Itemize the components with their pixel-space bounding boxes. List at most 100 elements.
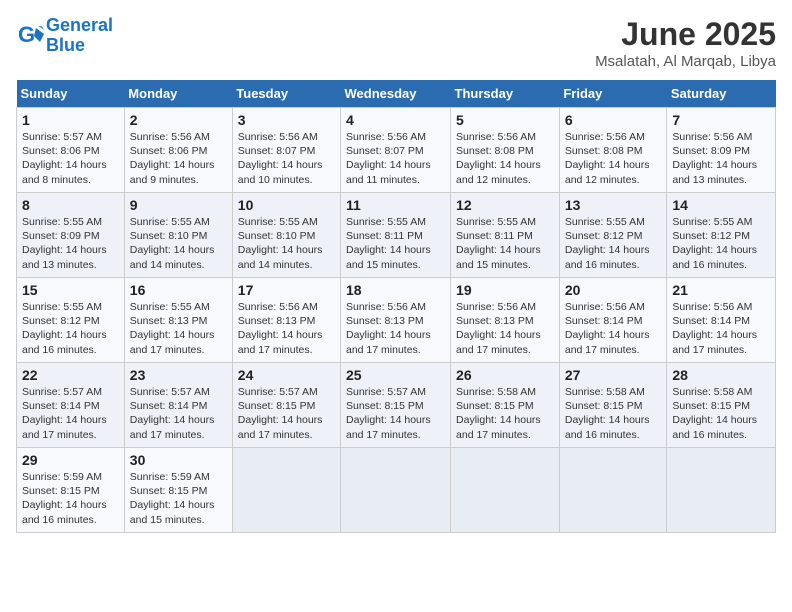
calendar-cell: 21 Sunrise: 5:56 AMSunset: 8:14 PMDayligh… [667,278,776,363]
logo-text: General Blue [46,16,113,56]
cell-details: Sunrise: 5:57 AMSunset: 8:06 PMDaylight:… [22,131,107,186]
day-number: 8 [22,197,119,213]
calendar-cell: 11Sunrise: 5:55 AMSunset: 8:11 PMDayligh… [341,193,451,278]
day-number: 26 [456,367,554,383]
calendar-cell: 3 Sunrise: 5:56 AMSunset: 8:07 PMDaylight… [232,108,340,193]
calendar-cell: 24 Sunrise: 5:57 AMSunset: 8:15 PMDayligh… [232,363,340,448]
page-header: G General Blue June 2025 Msalatah, Al Ma… [16,16,776,70]
day-number: 29 [22,452,119,468]
calendar-cell: 12Sunrise: 5:55 AMSunset: 8:11 PMDayligh… [451,193,560,278]
day-number: 4 [346,112,445,128]
calendar-cell [232,448,340,533]
cell-details: Sunrise: 5:56 AMSunset: 8:13 PMDaylight:… [238,301,323,356]
day-number: 27 [565,367,662,383]
cell-details: Sunrise: 5:56 AMSunset: 8:14 PMDaylight:… [672,301,757,356]
calendar-cell: 8 Sunrise: 5:55 AMSunset: 8:09 PMDaylight… [17,193,125,278]
day-number: 18 [346,282,445,298]
calendar-cell: 26Sunrise: 5:58 AMSunset: 8:15 PMDayligh… [451,363,560,448]
calendar-cell: 6 Sunrise: 5:56 AMSunset: 8:08 PMDaylight… [559,108,667,193]
day-number: 17 [238,282,335,298]
day-number: 23 [130,367,227,383]
day-number: 9 [130,197,227,213]
day-number: 3 [238,112,335,128]
week-row-2: 8 Sunrise: 5:55 AMSunset: 8:09 PMDaylight… [17,193,776,278]
main-title: June 2025 [595,16,776,53]
cell-details: Sunrise: 5:56 AMSunset: 8:13 PMDaylight:… [346,301,431,356]
calendar-cell: 25Sunrise: 5:57 AMSunset: 8:15 PMDayligh… [341,363,451,448]
calendar-cell: 18 Sunrise: 5:56 AMSunset: 8:13 PMDayligh… [341,278,451,363]
day-number: 1 [22,112,119,128]
cell-details: Sunrise: 5:58 AMSunset: 8:15 PMDaylight:… [565,386,650,441]
cell-details: Sunrise: 5:59 AMSunset: 8:15 PMDaylight:… [22,471,107,526]
calendar-cell [667,448,776,533]
weekday-header-tuesday: Tuesday [232,80,340,108]
calendar-cell: 4 Sunrise: 5:56 AMSunset: 8:07 PMDaylight… [341,108,451,193]
calendar-cell: 20Sunrise: 5:56 AMSunset: 8:14 PMDayligh… [559,278,667,363]
calendar-cell: 30 Sunrise: 5:59 AMSunset: 8:15 PMDayligh… [124,448,232,533]
weekday-header-row: SundayMondayTuesdayWednesdayThursdayFrid… [17,80,776,108]
cell-details: Sunrise: 5:59 AMSunset: 8:15 PMDaylight:… [130,471,215,526]
cell-details: Sunrise: 5:55 AMSunset: 8:12 PMDaylight:… [565,216,650,271]
calendar-cell: 14 Sunrise: 5:55 AMSunset: 8:12 PMDayligh… [667,193,776,278]
cell-details: Sunrise: 5:55 AMSunset: 8:11 PMDaylight:… [346,216,431,271]
cell-details: Sunrise: 5:56 AMSunset: 8:09 PMDaylight:… [672,131,757,186]
logo: G General Blue [16,16,113,56]
logo-line2: Blue [46,35,85,55]
cell-details: Sunrise: 5:55 AMSunset: 8:10 PMDaylight:… [238,216,323,271]
calendar-cell: 13 Sunrise: 5:55 AMSunset: 8:12 PMDayligh… [559,193,667,278]
cell-details: Sunrise: 5:55 AMSunset: 8:13 PMDaylight:… [130,301,215,356]
cell-details: Sunrise: 5:58 AMSunset: 8:15 PMDaylight:… [672,386,757,441]
day-number: 6 [565,112,662,128]
day-number: 22 [22,367,119,383]
weekday-header-wednesday: Wednesday [341,80,451,108]
calendar-cell: 7Sunrise: 5:56 AMSunset: 8:09 PMDaylight… [667,108,776,193]
subtitle: Msalatah, Al Marqab, Libya [595,53,776,70]
calendar-cell: 9 Sunrise: 5:55 AMSunset: 8:10 PMDaylight… [124,193,232,278]
calendar-cell: 2 Sunrise: 5:56 AMSunset: 8:06 PMDaylight… [124,108,232,193]
calendar-cell: 28Sunrise: 5:58 AMSunset: 8:15 PMDayligh… [667,363,776,448]
svg-text:G: G [18,22,35,47]
day-number: 14 [672,197,770,213]
calendar-cell: 15Sunrise: 5:55 AMSunset: 8:12 PMDayligh… [17,278,125,363]
calendar-cell: 17 Sunrise: 5:56 AMSunset: 8:13 PMDayligh… [232,278,340,363]
week-row-1: 1 Sunrise: 5:57 AMSunset: 8:06 PMDaylight… [17,108,776,193]
cell-details: Sunrise: 5:56 AMSunset: 8:07 PMDaylight:… [346,131,431,186]
calendar-cell [341,448,451,533]
day-number: 19 [456,282,554,298]
day-number: 30 [130,452,227,468]
calendar-cell: 5 Sunrise: 5:56 AMSunset: 8:08 PMDaylight… [451,108,560,193]
day-number: 10 [238,197,335,213]
cell-details: Sunrise: 5:56 AMSunset: 8:07 PMDaylight:… [238,131,323,186]
day-number: 5 [456,112,554,128]
cell-details: Sunrise: 5:55 AMSunset: 8:12 PMDaylight:… [672,216,757,271]
cell-details: Sunrise: 5:56 AMSunset: 8:13 PMDaylight:… [456,301,541,356]
day-number: 25 [346,367,445,383]
cell-details: Sunrise: 5:55 AMSunset: 8:10 PMDaylight:… [130,216,215,271]
day-number: 16 [130,282,227,298]
cell-details: Sunrise: 5:56 AMSunset: 8:08 PMDaylight:… [565,131,650,186]
weekday-header-saturday: Saturday [667,80,776,108]
calendar-cell: 16 Sunrise: 5:55 AMSunset: 8:13 PMDayligh… [124,278,232,363]
week-row-4: 22 Sunrise: 5:57 AMSunset: 8:14 PMDayligh… [17,363,776,448]
day-number: 12 [456,197,554,213]
cell-details: Sunrise: 5:56 AMSunset: 8:08 PMDaylight:… [456,131,541,186]
cell-details: Sunrise: 5:55 AMSunset: 8:09 PMDaylight:… [22,216,107,271]
day-number: 20 [565,282,662,298]
weekday-header-monday: Monday [124,80,232,108]
cell-details: Sunrise: 5:57 AMSunset: 8:15 PMDaylight:… [238,386,323,441]
weekday-header-thursday: Thursday [451,80,560,108]
week-row-5: 29 Sunrise: 5:59 AMSunset: 8:15 PMDayligh… [17,448,776,533]
calendar-cell: 10 Sunrise: 5:55 AMSunset: 8:10 PMDayligh… [232,193,340,278]
calendar-cell: 1 Sunrise: 5:57 AMSunset: 8:06 PMDaylight… [17,108,125,193]
calendar-cell: 29 Sunrise: 5:59 AMSunset: 8:15 PMDayligh… [17,448,125,533]
day-number: 21 [672,282,770,298]
cell-details: Sunrise: 5:55 AMSunset: 8:12 PMDaylight:… [22,301,107,356]
day-number: 13 [565,197,662,213]
week-row-3: 15Sunrise: 5:55 AMSunset: 8:12 PMDayligh… [17,278,776,363]
calendar-cell: 27 Sunrise: 5:58 AMSunset: 8:15 PMDayligh… [559,363,667,448]
day-number: 2 [130,112,227,128]
cell-details: Sunrise: 5:56 AMSunset: 8:06 PMDaylight:… [130,131,215,186]
day-number: 24 [238,367,335,383]
cell-details: Sunrise: 5:57 AMSunset: 8:14 PMDaylight:… [22,386,107,441]
calendar-cell [559,448,667,533]
